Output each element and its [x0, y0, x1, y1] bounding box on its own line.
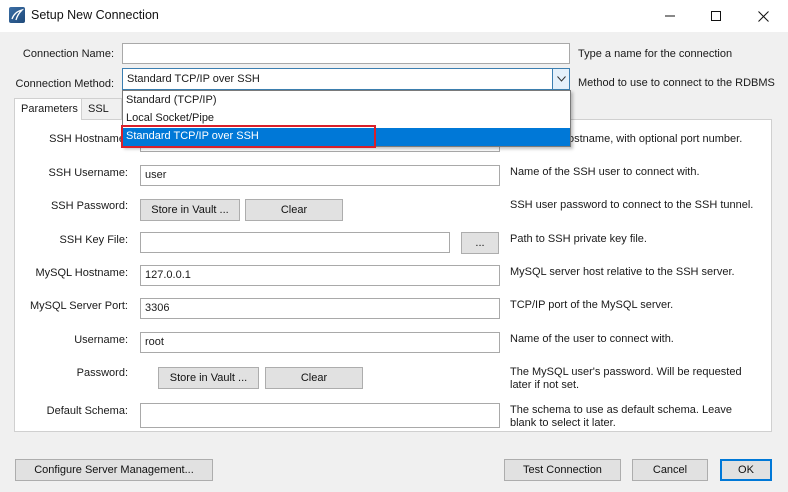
mysql-port-input[interactable]: 3306 [140, 298, 500, 319]
title-bar: Setup New Connection [0, 0, 788, 32]
mysql-port-label: MySQL Server Port: [29, 300, 128, 312]
mysql-hostname-input[interactable]: 127.0.0.1 [140, 265, 500, 286]
browse-key-file-button[interactable]: ... [461, 232, 499, 254]
username-input[interactable]: root [140, 332, 500, 353]
tab-ssl[interactable]: SSL [82, 98, 122, 119]
mysql-hostname-label: MySQL Hostname: [35, 267, 128, 279]
ok-button[interactable]: OK [720, 459, 772, 481]
connection-method-dropdown: Standard (TCP/IP) Local Socket/Pipe Stan… [122, 90, 571, 147]
minimize-button[interactable] [647, 0, 693, 32]
minimize-icon [665, 15, 675, 17]
ssh-username-input[interactable]: user [140, 165, 500, 186]
cancel-button[interactable]: Cancel [632, 459, 708, 481]
ssh-username-hint: Name of the SSH user to connect with. [510, 166, 700, 178]
dropdown-arrow[interactable] [552, 69, 569, 89]
connection-method-select[interactable]: Standard TCP/IP over SSH [122, 68, 570, 90]
connection-method-hint: Method to use to connect to the RDBMS [578, 77, 775, 89]
password-hint-line1: The MySQL user's password. Will be reque… [510, 366, 742, 378]
mysql-port-hint: TCP/IP port of the MySQL server. [510, 299, 674, 311]
dropdown-option-tcpip-over-ssh[interactable]: Standard TCP/IP over SSH [123, 128, 570, 146]
test-connection-button[interactable]: Test Connection [504, 459, 621, 481]
connection-name-hint: Type a name for the connection [578, 48, 733, 60]
dropdown-option-local-socket[interactable]: Local Socket/Pipe [123, 110, 570, 128]
close-icon [757, 10, 769, 22]
maximize-button[interactable] [693, 0, 739, 32]
configure-server-management-button[interactable]: Configure Server Management... [15, 459, 213, 481]
ssh-password-hint: SSH user password to connect to the SSH … [510, 199, 754, 211]
password-label: Password: [76, 367, 128, 379]
connection-method-value: Standard TCP/IP over SSH [127, 73, 260, 85]
ssh-username-label: SSH Username: [48, 167, 128, 179]
window-title: Setup New Connection [31, 8, 159, 22]
default-schema-hint-line1: The schema to use as default schema. Lea… [510, 404, 732, 416]
ssh-password-label: SSH Password: [50, 200, 128, 212]
username-hint: Name of the user to connect with. [510, 333, 674, 345]
clear-password-button[interactable]: Clear [265, 367, 363, 389]
default-schema-hint-line2: blank to select it later. [510, 417, 616, 429]
maximize-icon [711, 11, 721, 21]
ssh-key-file-hint: Path to SSH private key file. [510, 233, 647, 245]
connection-name-input[interactable] [122, 43, 570, 64]
ssh-store-vault-button[interactable]: Store in Vault ... [140, 199, 240, 221]
close-button[interactable] [740, 0, 786, 32]
mysql-hostname-hint: MySQL server host relative to the SSH se… [510, 266, 735, 278]
chevron-down-icon [556, 76, 566, 82]
tab-parameters[interactable]: Parameters [14, 98, 82, 120]
default-schema-label: Default Schema: [46, 405, 128, 417]
store-vault-button[interactable]: Store in Vault ... [158, 367, 259, 389]
connection-method-label: Connection Method: [15, 78, 114, 90]
connection-name-label: Connection Name: [22, 48, 114, 60]
default-schema-input[interactable] [140, 403, 500, 428]
ssh-key-file-input[interactable] [140, 232, 450, 253]
app-icon [9, 7, 25, 23]
ssh-hostname-hint: ostname, with optional port number. [568, 133, 743, 145]
dropdown-option-standard-tcpip[interactable]: Standard (TCP/IP) [123, 92, 570, 110]
ssh-clear-button[interactable]: Clear [245, 199, 343, 221]
username-label: Username: [74, 334, 128, 346]
ssh-key-file-label: SSH Key File: [59, 234, 128, 246]
ssh-hostname-label: SSH Hostname: [49, 133, 128, 145]
password-hint-line2: later if not set. [510, 379, 580, 391]
